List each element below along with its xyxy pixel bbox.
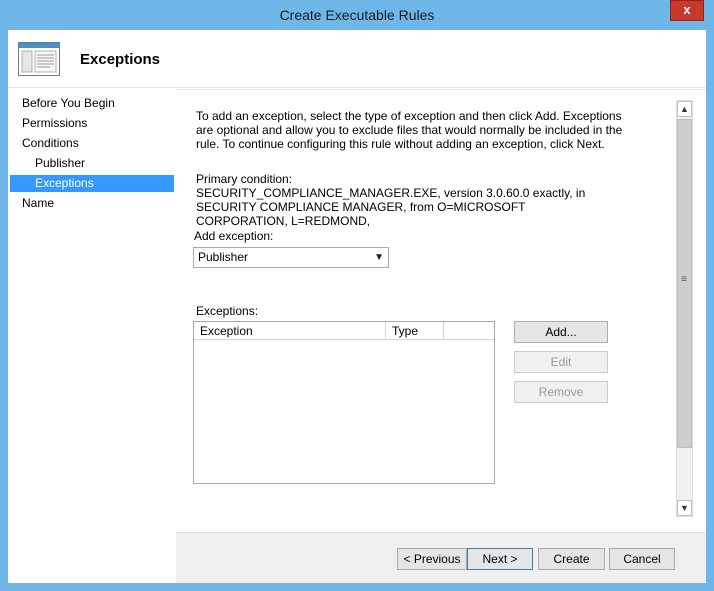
chevron-down-icon: ▼ bbox=[680, 503, 689, 513]
intro-text: To add an exception, select the type of … bbox=[196, 109, 623, 151]
create-button[interactable]: Create bbox=[538, 548, 605, 570]
scrollbar-thumb[interactable]: ≡ bbox=[677, 119, 692, 448]
add-exception-value: Publisher bbox=[198, 250, 249, 264]
nav-item-conditions[interactable]: Conditions bbox=[10, 135, 174, 152]
nav-item-name[interactable]: Name bbox=[10, 195, 174, 212]
page-header: Exceptions bbox=[8, 30, 706, 88]
scroll-up-button[interactable]: ▲ bbox=[677, 101, 692, 117]
form-window-icon bbox=[18, 42, 60, 76]
edit-button[interactable]: Edit bbox=[514, 351, 608, 373]
content-pane: To add an exception, select the type of … bbox=[176, 89, 706, 531]
vertical-scrollbar[interactable]: ▲ ≡ ▼ bbox=[676, 100, 693, 517]
add-exception-label: Add exception: bbox=[194, 229, 274, 243]
primary-condition-text: SECURITY_COMPLIANCE_MANAGER.EXE, version… bbox=[196, 186, 586, 228]
primary-condition-label: Primary condition: bbox=[196, 172, 293, 186]
chevron-up-icon: ▲ bbox=[680, 104, 689, 114]
grip-icon: ≡ bbox=[681, 274, 687, 285]
button-bar: < Previous Next > Create Cancel bbox=[176, 532, 706, 583]
cancel-button[interactable]: Cancel bbox=[609, 548, 675, 570]
page-title: Exceptions bbox=[80, 51, 161, 68]
close-icon: x bbox=[683, 2, 691, 17]
nav-item-exceptions[interactable]: Exceptions bbox=[10, 175, 174, 192]
title-bar[interactable]: Create Executable Rules x bbox=[0, 0, 714, 30]
add-exception-select[interactable]: Publisher ▼ bbox=[193, 247, 389, 268]
scroll-down-button[interactable]: ▼ bbox=[677, 500, 692, 516]
next-button[interactable]: Next > bbox=[467, 548, 533, 570]
nav-item-permissions[interactable]: Permissions bbox=[10, 115, 174, 132]
nav-item-before-you-begin[interactable]: Before You Begin bbox=[10, 95, 174, 112]
exceptions-list[interactable]: Exception Type bbox=[193, 321, 495, 484]
chevron-down-icon: ▼ bbox=[374, 252, 384, 263]
exceptions-label: Exceptions: bbox=[196, 304, 259, 318]
column-header-exception[interactable]: Exception bbox=[194, 322, 386, 340]
exceptions-list-header: Exception Type bbox=[194, 322, 494, 340]
previous-button[interactable]: < Previous bbox=[397, 548, 467, 570]
wizard-step-nav: Before You Begin Permissions Conditions … bbox=[8, 89, 174, 583]
dialog-window: Create Executable Rules x Exceptions Bef… bbox=[0, 0, 714, 591]
nav-item-publisher[interactable]: Publisher bbox=[10, 155, 174, 172]
close-button[interactable]: x bbox=[670, 0, 704, 21]
remove-button[interactable]: Remove bbox=[514, 381, 608, 403]
column-header-type[interactable]: Type bbox=[386, 322, 444, 340]
add-button[interactable]: Add... bbox=[514, 321, 608, 343]
dialog-client: Exceptions Before You Begin Permissions … bbox=[8, 30, 706, 583]
window-title: Create Executable Rules bbox=[279, 7, 435, 23]
